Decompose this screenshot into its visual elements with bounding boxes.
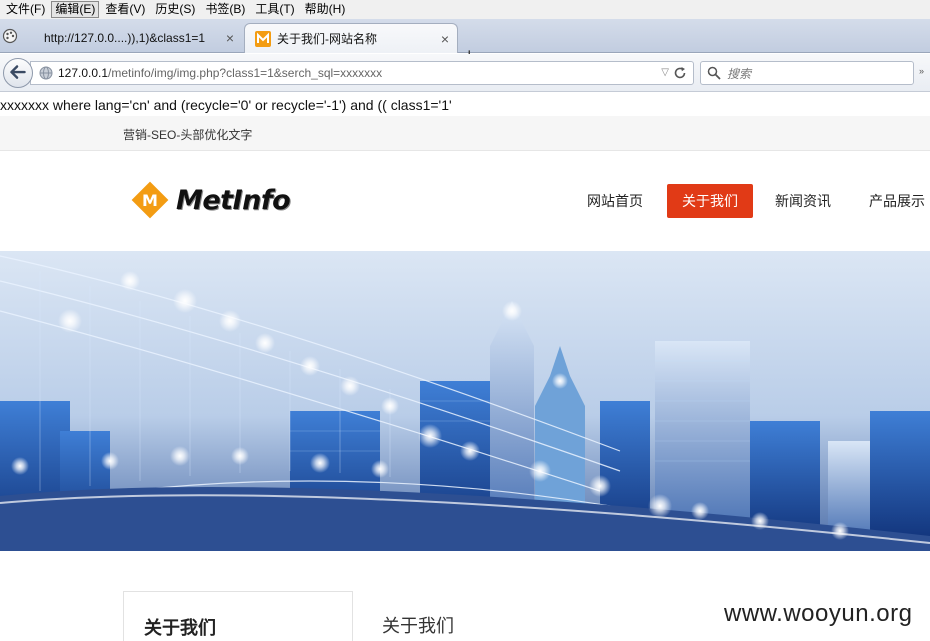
menu-help[interactable]: 帮助(H): [301, 1, 350, 18]
top-strip: 营销-SEO-头部优化文字: [0, 116, 930, 151]
chevron-down-icon[interactable]: ▽: [661, 67, 669, 78]
nav-products[interactable]: 产品展示: [869, 184, 925, 218]
watermark: www.wooyun.org: [724, 600, 913, 627]
tab-about-us[interactable]: 关于我们-网站名称 ×: [244, 23, 458, 53]
arrow-left-icon: [10, 65, 26, 79]
url-host: 127.0.0.1: [58, 66, 109, 80]
metinfo-logo-icon: M: [131, 181, 169, 219]
logo-mark-letter: M: [142, 191, 158, 210]
menu-view[interactable]: 查看(V): [101, 1, 149, 18]
sidebar-box: 关于我们: [123, 591, 353, 641]
logo-wordmark: MetInfo: [176, 184, 291, 216]
site-logo[interactable]: M MetInfo: [130, 180, 291, 220]
menu-tools[interactable]: 工具(T): [251, 1, 298, 18]
nav-news[interactable]: 新闻资讯: [775, 184, 831, 218]
palette-icon[interactable]: [2, 28, 18, 44]
menu-bar: 文件(F) 编辑(E) 查看(V) 历史(S) 书签(B) 工具(T) 帮助(H…: [0, 0, 930, 19]
search-icon: [707, 66, 721, 80]
tab-title: http://127.0.0....)),1)&class1=1: [44, 31, 206, 45]
search-input[interactable]: 搜索: [700, 61, 914, 85]
sidebar-title: 关于我们: [144, 618, 216, 638]
back-button[interactable]: [3, 58, 33, 88]
reload-icon[interactable]: [673, 66, 687, 80]
globe-icon: [39, 66, 53, 80]
site-header: M MetInfo 网站首页 关于我们 新闻资讯 产品展示: [0, 151, 930, 251]
menu-bookmarks[interactable]: 书签(B): [201, 1, 249, 18]
menu-edit[interactable]: 编辑(E): [51, 1, 100, 18]
hero-banner: [0, 251, 930, 551]
tab-strip: http://127.0.0....)),1)&class1=1 × 关于我们-…: [0, 19, 930, 65]
close-icon[interactable]: ×: [226, 30, 234, 46]
overflow-chevron-icon[interactable]: »: [919, 66, 924, 76]
content-title: 关于我们: [382, 616, 454, 636]
metinfo-favicon-icon: [255, 30, 271, 47]
tab-injection[interactable]: http://127.0.0....)),1)&class1=1 ×: [26, 23, 242, 53]
city-bridge-image: [0, 251, 930, 551]
nav-about-us[interactable]: 关于我们: [667, 184, 753, 218]
sql-debug-output: xxxxxxx where lang='cn' and (recycle='0'…: [0, 97, 452, 113]
url-path: /metinfo/img/img.php?class1=1&serch_sql=…: [108, 66, 383, 80]
nav-home[interactable]: 网站首页: [587, 184, 643, 218]
menu-file[interactable]: 文件(F): [2, 1, 49, 18]
seo-header-text: 营销-SEO-头部优化文字: [123, 128, 253, 142]
tab-title: 关于我们-网站名称: [277, 32, 377, 46]
menu-history[interactable]: 历史(S): [151, 1, 199, 18]
close-icon[interactable]: ×: [441, 31, 449, 47]
search-placeholder: 搜索: [727, 66, 752, 81]
url-bar[interactable]: 127.0.0.1/metinfo/img/img.php?class1=1&s…: [30, 61, 694, 85]
navigation-toolbar: 127.0.0.1/metinfo/img/img.php?class1=1&s…: [0, 54, 930, 92]
